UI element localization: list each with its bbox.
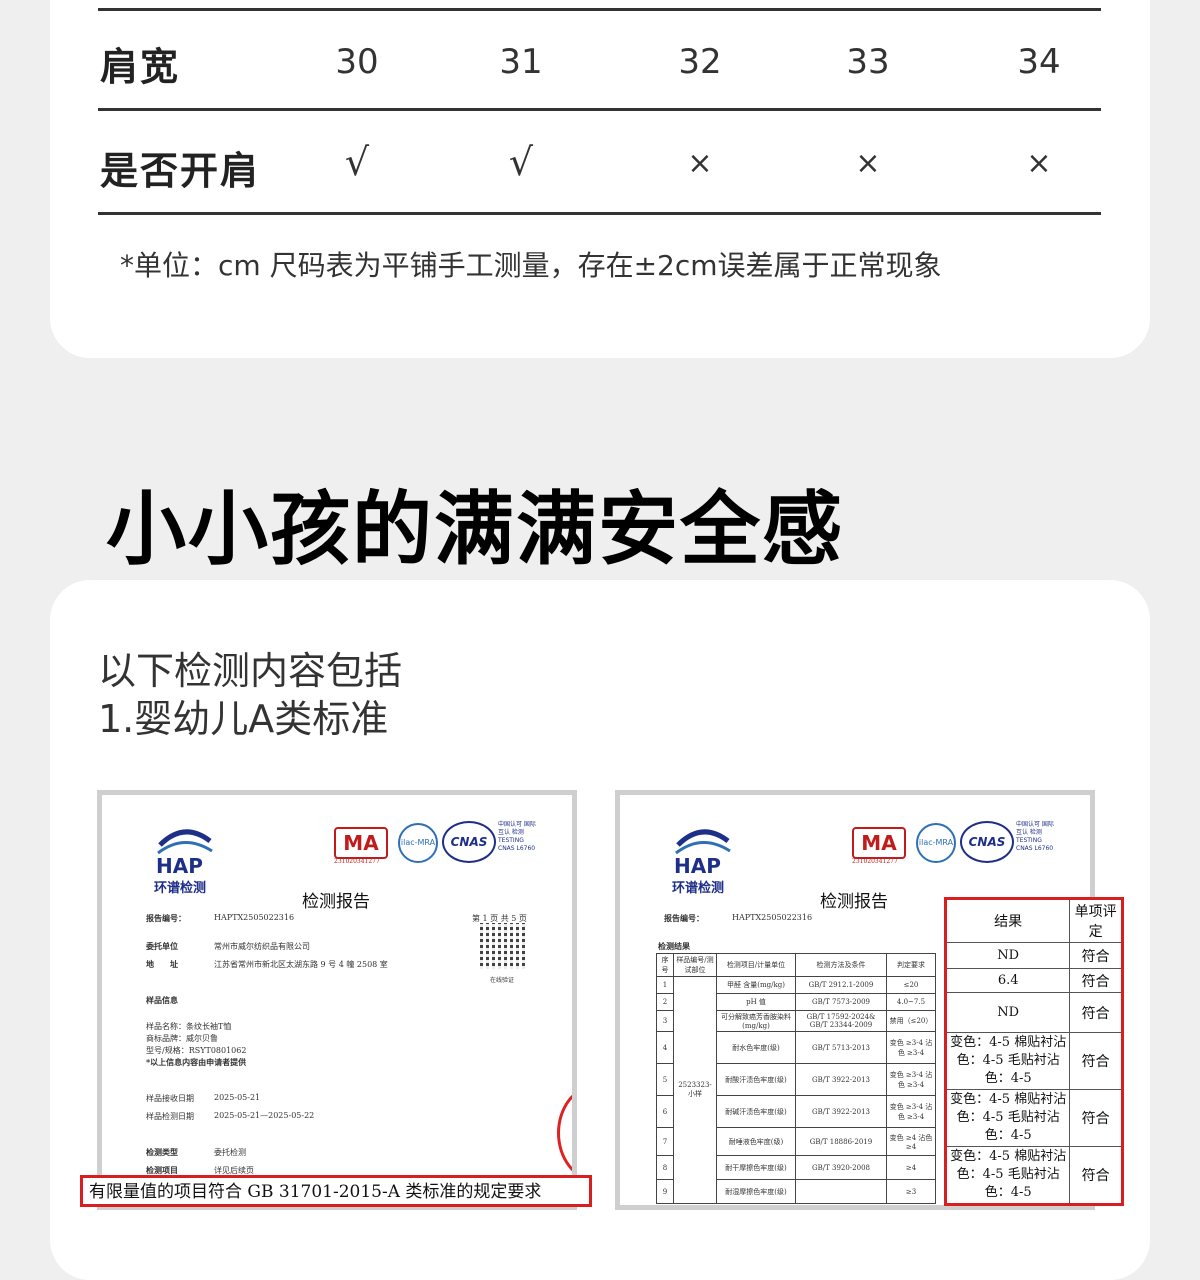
column-header: 样品编号/测试部位 [673, 953, 717, 977]
test-type: 委托检测 [214, 1148, 246, 1157]
result-cell: 变色：4-5 棉贴衬沾色：4-5 毛贴衬沾色：4-5 [944, 1146, 1071, 1205]
check-icon: √ [508, 140, 534, 184]
lab-brand: 环谱检测 [154, 881, 207, 896]
table-header-row: 序号 样品编号/测试部位 检测项目/计量单位 检测方法及条件 判定要求 [656, 953, 936, 977]
cnas-caption: 中国认可 国际互认 检测 TESTING CNAS L6760 [1016, 821, 1054, 852]
cnas-icon: CNAS [442, 821, 496, 863]
verdict-cell: 符合 [1069, 992, 1123, 1033]
ma-certification-icon: MA [334, 827, 388, 859]
report-no-label: 报告编号： [664, 913, 704, 923]
shoulder-value: 31 [499, 42, 543, 82]
ma-number: 231020341277 [334, 858, 380, 865]
zoomed-results-table: 结果 单项评定 ND 符合 6.4 符合 ND 符合 变色：4-5 棉贴衬沾色：… [944, 897, 1124, 1206]
table-rule [98, 212, 1101, 215]
verdict-cell: 符合 [1069, 1089, 1123, 1147]
result-cell: 变色：4-5 棉贴衬沾色：4-5 毛贴衬沾色：4-5 [944, 1089, 1071, 1147]
qr-code-icon [480, 923, 526, 969]
verdict-cell: 符合 [1069, 942, 1123, 969]
shoulder-value: 30 [335, 42, 379, 82]
svg-text:HAP: HAP [674, 854, 721, 875]
shoulder-value: 34 [1017, 42, 1061, 82]
sample-model: 型号/规格：RSYT0801062 [146, 1046, 247, 1055]
cross-icon: × [687, 146, 713, 181]
verdict-cell: 符合 [1069, 1146, 1123, 1205]
report-title: 检测报告 [820, 892, 888, 912]
sample-id: 2523323-小样 [673, 976, 717, 1204]
table-row: 变色：4-5 棉贴衬沾色：4-5 毛贴衬沾色：4-5 符合 [944, 1146, 1123, 1205]
check-icon: √ [344, 140, 370, 184]
hap-logo-icon: HAP [674, 829, 731, 875]
shoulder-value: 33 [846, 42, 890, 82]
cross-icon: × [1026, 146, 1052, 181]
cnas-icon: CNAS [960, 821, 1014, 863]
table-row: 变色：4-5 棉贴衬沾色：4-5 毛贴衬沾色：4-5 符合 [944, 1032, 1123, 1090]
results-heading: 检测结果 [658, 941, 690, 951]
sample-info-heading: 样品信息 [146, 995, 178, 1005]
ma-certification-icon: MA [852, 827, 906, 859]
received-label: 样品接收日期 [146, 1094, 194, 1103]
qr-caption: 在线验证 [490, 977, 515, 984]
report-no: HAPTX2505022316 [214, 913, 295, 922]
row-label-shoulder: 肩宽 [100, 45, 181, 89]
address-label: 地 址 [146, 959, 178, 969]
address: 江苏省常州市新北区太湖东路 9 号 4 幢 2508 室 [214, 960, 388, 969]
intro-line: 以下检测内容包括 [98, 649, 403, 693]
type-label: 检测类型 [146, 1147, 178, 1157]
cross-icon: × [855, 146, 881, 181]
column-header-result: 结果 [944, 898, 1071, 943]
lab-brand: 环谱检测 [672, 881, 725, 896]
table-row: 变色：4-5 棉贴衬沾色：4-5 毛贴衬沾色：4-5 符合 [944, 1089, 1123, 1147]
compliance-banner: 有限量值的项目符合 GB 31701-2015-A 类标准的规定要求 [80, 1175, 592, 1207]
size-note: *单位：cm 尺码表为平铺手工测量，存在±2cm误差属于正常现象 [120, 249, 942, 282]
lab-seal-icon [557, 1085, 572, 1181]
column-header: 检测项目/计量单位 [716, 953, 796, 977]
table-row: 6.4 符合 [944, 968, 1123, 993]
sample-name: 样品名称：条纹长袖T恤 [146, 1022, 232, 1031]
table-row: 1 2523323-小样 甲醛 含量(mg/kg) GB/T 2912.1-20… [656, 976, 936, 1204]
hap-logo-icon: HAP [156, 829, 213, 875]
row-label-open-shoulder: 是否开肩 [100, 149, 261, 193]
ilac-mra-icon: ilac-MRA [398, 823, 438, 863]
ma-number: 231020341277 [852, 858, 898, 865]
report-no: HAPTX2505022316 [732, 913, 813, 922]
result-cell: 6.4 [944, 968, 1071, 993]
sample-brand: 商标品牌：威尔贝鲁 [146, 1034, 218, 1043]
table-rule [98, 8, 1101, 11]
table-row: ND 符合 [944, 942, 1123, 969]
shoulder-value: 32 [678, 42, 722, 82]
report-title: 检测报告 [302, 892, 370, 912]
column-header: 序号 [656, 953, 674, 977]
result-cell: 变色：4-5 棉贴衬沾色：4-5 毛贴衬沾色：4-5 [944, 1032, 1071, 1090]
zoom-header-row: 结果 单项评定 [944, 898, 1123, 943]
received-date: 2025-05-21 [214, 1093, 261, 1102]
intro-line: 1.婴幼儿A类标准 [98, 697, 389, 741]
ilac-mra-icon: ilac-MRA [916, 823, 956, 863]
verdict-cell: 符合 [1069, 1032, 1123, 1090]
tested-date: 2025-05-21—2025-05-22 [214, 1111, 315, 1120]
section-title: 小小孩的满满安全感 [106, 483, 844, 576]
table-row: ND 符合 [944, 992, 1123, 1033]
column-header: 判定要求 [886, 953, 936, 977]
results-table: 序号 样品编号/测试部位 检测项目/计量单位 检测方法及条件 判定要求 1 25… [656, 953, 936, 1204]
client: 常州市威尔纺织品有限公司 [214, 942, 310, 951]
svg-text:HAP: HAP [156, 854, 203, 875]
report-no-label: 报告编号： [146, 913, 186, 923]
tested-label: 样品检测日期 [146, 1112, 194, 1121]
cnas-caption: 中国认可 国际互认 检测 TESTING CNAS L6760 [498, 821, 536, 852]
client-label: 委托单位 [146, 941, 178, 951]
declared-note: *以上信息内容由申请者提供 [146, 1057, 247, 1067]
result-cell: ND [944, 942, 1071, 969]
verdict-cell: 符合 [1069, 968, 1123, 993]
table-rule [98, 108, 1101, 111]
column-header-verdict: 单项评定 [1069, 898, 1123, 943]
result-cell: ND [944, 992, 1071, 1033]
column-header: 检测方法及条件 [795, 953, 887, 977]
report-image-cover: HAP 环谱检测 MA 231020341277 ilac-MRA CNAS 中… [97, 790, 577, 1210]
